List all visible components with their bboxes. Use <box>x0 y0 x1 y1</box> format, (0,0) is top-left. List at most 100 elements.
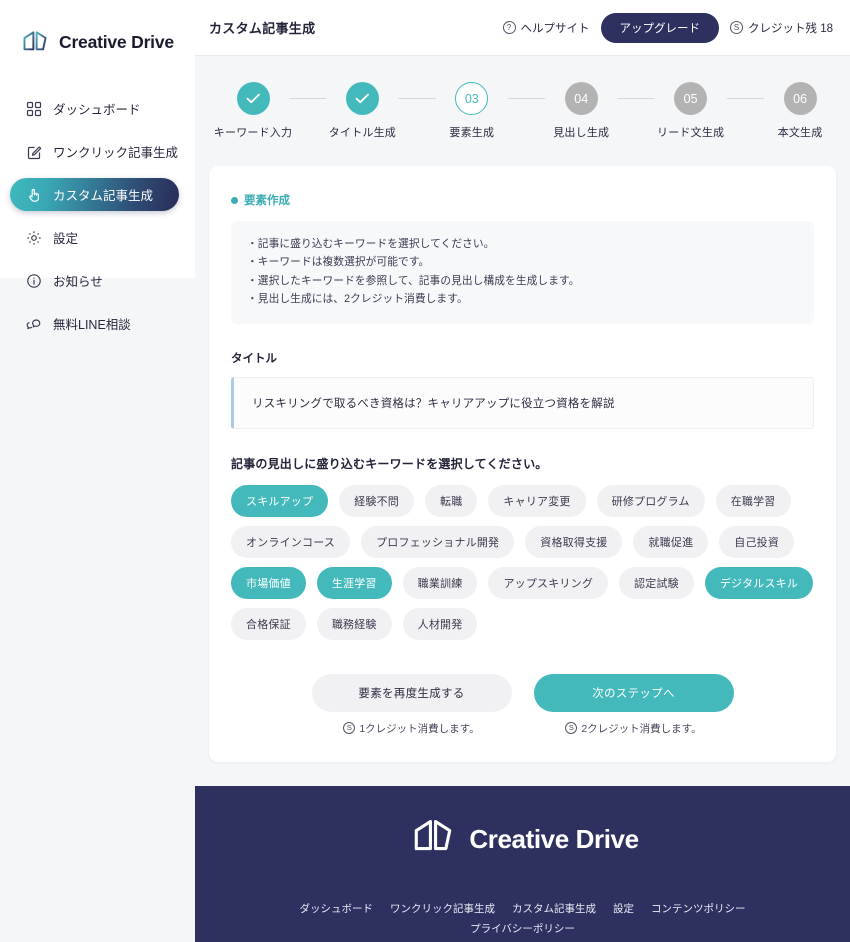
chat-bubbles-icon <box>26 316 42 332</box>
footer-link-privacy-policy[interactable]: プライバシーポリシー <box>470 921 575 936</box>
keyword-chip[interactable]: 在職学習 <box>715 484 791 517</box>
regenerate-hint-label: 1クレジット消費します。 <box>359 722 480 735</box>
instruction-line: ・キーワードは複数選択が可能です。 <box>247 256 430 269</box>
sidebar-item-news[interactable]: お知らせ <box>10 264 179 297</box>
regenerate-hint: S 1クレジット消費します。 <box>343 721 480 736</box>
credit-balance-label: クレジット残 18 <box>748 22 833 35</box>
keyword-chip[interactable]: 就職促進 <box>633 525 709 558</box>
check-icon <box>355 93 369 104</box>
footer-link-content-policy[interactable]: コンテンツポリシー <box>651 901 746 916</box>
step-circle: 05 <box>674 82 708 115</box>
keyword-chip-list: スキルアップ 経験不問 転職 キャリア変更 研修プログラム 在職学習 オンライン… <box>231 484 814 640</box>
topbar: カスタム記事生成 ? ヘルプサイト アップグレード S クレジット残 18 <box>195 0 850 56</box>
page-title: カスタム記事生成 <box>209 21 316 36</box>
main-area: カスタム記事生成 ? ヘルプサイト アップグレード S クレジット残 18 キー… <box>195 0 850 942</box>
credit-balance[interactable]: S クレジット残 18 <box>730 20 833 36</box>
footer: Creative Drive ダッシュボード ワンクリック記事生成 カスタム記事… <box>195 785 850 942</box>
upgrade-button[interactable]: アップグレード <box>600 12 719 43</box>
section-heading-label: 要素作成 <box>244 195 290 207</box>
content-card: 要素作成 ・記事に盛り込むキーワードを選択してください。 ・キーワードは複数選択… <box>209 166 836 762</box>
keyword-chip[interactable]: デジタルスキル <box>704 566 814 599</box>
footer-link-dashboard[interactable]: ダッシュボード <box>300 901 374 916</box>
progress-stepper: キーワード入力 タイトル生成 03 要素生成 04 見出し生成 05 リード文生… <box>195 56 850 140</box>
credit-coin-icon: S <box>565 722 578 735</box>
step-label: 見出し生成 <box>553 127 610 139</box>
step-2[interactable]: タイトル生成 <box>326 82 398 140</box>
keyword-chip[interactable]: アップスキリング <box>488 566 609 599</box>
sidebar-item-label: お知らせ <box>53 275 103 289</box>
keyword-chip[interactable]: 経験不問 <box>339 484 415 517</box>
credit-coin-icon: S <box>343 722 356 735</box>
title-field-label: タイトル <box>231 352 277 365</box>
grid-icon <box>26 101 42 117</box>
step-connector <box>398 98 436 100</box>
keyword-chip[interactable]: キャリア変更 <box>488 484 586 517</box>
instruction-line: ・記事に盛り込むキーワードを選択してください。 <box>247 238 495 250</box>
creative-drive-logo-icon <box>18 29 52 55</box>
keywords-label: 記事の見出しに盛り込むキーワードを選択してください。 <box>231 456 548 471</box>
keyword-chip[interactable]: 認定試験 <box>619 566 694 599</box>
step-circle: 06 <box>783 82 817 115</box>
regenerate-action: 要素を再度生成する S 1クレジット消費します。 <box>311 673 512 736</box>
footer-link-custom[interactable]: カスタム記事生成 <box>512 901 596 916</box>
instruction-line: ・選択したキーワードを参照して、記事の見出し構成を生成します。 <box>247 274 580 287</box>
app-root: Creative Drive ダッシュボード ワンクリック記事生成 カスタム記事… <box>0 0 850 942</box>
step-circle: 03 <box>455 82 489 115</box>
keyword-chip[interactable]: オンラインコース <box>231 525 351 558</box>
keyword-chip[interactable]: 職業訓練 <box>402 566 478 599</box>
keyword-chip[interactable]: 転職 <box>425 484 478 517</box>
keyword-chip[interactable]: 合格保証 <box>231 607 306 640</box>
title-value: リスキリングで取るべき資格は？キャリアアップに役立つ資格を解説 <box>231 376 814 429</box>
step-5[interactable]: 05 リード文生成 <box>655 82 727 140</box>
keyword-chip[interactable]: プロフェッショナル開発 <box>361 525 515 558</box>
sidebar-item-label: ダッシュボード <box>53 103 141 117</box>
keyword-chip[interactable]: 生涯学習 <box>316 566 392 599</box>
keyword-chip[interactable]: 職務経験 <box>316 607 392 640</box>
help-site-link[interactable]: ? ヘルプサイト <box>502 20 590 36</box>
step-4[interactable]: 04 見出し生成 <box>545 82 617 140</box>
step-label: リード文生成 <box>657 127 725 139</box>
topbar-actions: ? ヘルプサイト アップグレード S クレジット残 18 <box>502 12 833 43</box>
sidebar-item-oneclick[interactable]: ワンクリック記事生成 <box>10 135 179 168</box>
step-connector <box>289 98 327 100</box>
help-site-label: ヘルプサイト <box>520 22 590 35</box>
sidebar: Creative Drive ダッシュボード ワンクリック記事生成 カスタム記事… <box>0 0 195 942</box>
footer-link-oneclick[interactable]: ワンクリック記事生成 <box>390 901 495 916</box>
step-3[interactable]: 03 要素生成 <box>436 82 508 140</box>
step-label: キーワード入力 <box>213 127 293 139</box>
sidebar-logo[interactable]: Creative Drive <box>0 22 195 62</box>
step-circle <box>345 82 379 115</box>
creative-drive-logo-icon <box>406 816 460 863</box>
sidebar-item-custom[interactable]: カスタム記事生成 <box>10 178 179 211</box>
keyword-chip[interactable]: 市場価値 <box>231 566 306 599</box>
card-actions: 要素を再度生成する S 1クレジット消費します。 次のステップへ S 2クレジッ… <box>231 673 814 736</box>
keyword-chip[interactable]: 資格取得支援 <box>525 525 623 558</box>
info-circle-icon <box>26 273 42 289</box>
keyword-chip[interactable]: 研修プログラム <box>596 484 705 517</box>
instructions-box: ・記事に盛り込むキーワードを選択してください。 ・キーワードは複数選択が可能です… <box>231 221 814 324</box>
pencil-square-icon <box>26 144 42 160</box>
step-circle <box>236 82 270 115</box>
step-connector <box>507 98 546 100</box>
footer-logo[interactable]: Creative Drive <box>406 816 639 863</box>
step-label: 要素生成 <box>449 127 495 139</box>
footer-link-settings[interactable]: 設定 <box>613 901 634 916</box>
step-1[interactable]: キーワード入力 <box>213 82 293 140</box>
check-icon <box>246 93 260 104</box>
regenerate-button[interactable]: 要素を再度生成する <box>311 673 512 712</box>
sidebar-item-dashboard[interactable]: ダッシュボード <box>10 92 179 125</box>
keyword-chip[interactable]: スキルアップ <box>231 484 329 517</box>
keyword-chip[interactable]: 自己投資 <box>719 525 795 558</box>
next-step-button[interactable]: 次のステップへ <box>533 673 734 712</box>
sidebar-item-line[interactable]: 無料LINE相談 <box>10 307 179 340</box>
step-circle: 04 <box>564 82 598 115</box>
keyword-chip[interactable]: 人材開発 <box>402 607 478 640</box>
sidebar-item-settings[interactable]: 設定 <box>10 221 179 254</box>
instruction-line: ・見出し生成には、2クレジット消費します。 <box>247 293 468 306</box>
brand-name: Creative Drive <box>59 31 174 52</box>
footer-brand-name: Creative Drive <box>469 823 639 854</box>
gear-icon <box>26 230 42 246</box>
sidebar-item-label: 設定 <box>53 232 79 246</box>
step-6[interactable]: 06 本文生成 <box>764 82 836 140</box>
next-step-hint: S 2クレジット消費します。 <box>565 721 702 736</box>
